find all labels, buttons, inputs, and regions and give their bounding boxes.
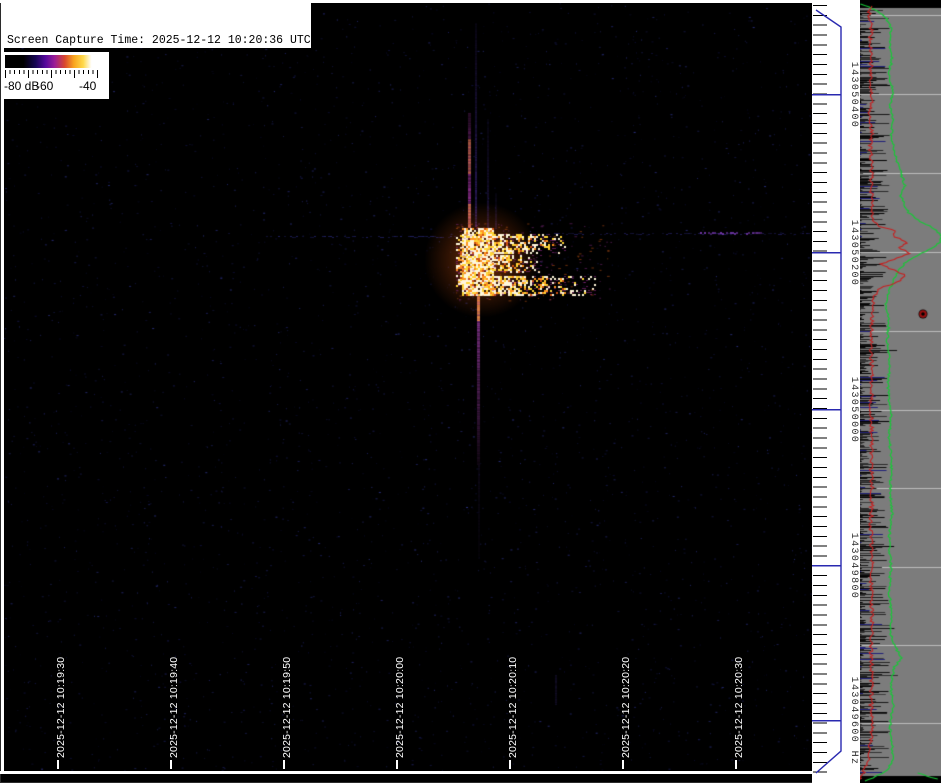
frequency-axis-label: 143049800 — [848, 533, 859, 600]
capture-time-text: Screen Capture Time: 2025-12-12 10:20:36… — [7, 34, 311, 48]
frequency-major-tick — [812, 252, 841, 254]
colorbar-label-max: -40 — [79, 79, 97, 93]
frequency-major-tick — [812, 94, 841, 96]
frequency-scale: 143050400 143050200 143050000 143049800 … — [812, 0, 860, 783]
frequency-axis-label: 143049600 Hz — [848, 677, 859, 766]
frequency-major-tick — [812, 409, 841, 411]
spectrum-graph — [860, 0, 941, 783]
capture-info-box: Screen Capture Time: 2025-12-12 10:20:36… — [3, 3, 311, 135]
frequency-axis-label: 143050000 — [848, 377, 859, 444]
window-border-bottom — [0, 771, 812, 774]
frequency-axis-label: 143050200 — [848, 220, 859, 287]
frequency-axis-label: 143050400 — [848, 62, 859, 129]
frequency-major-ticks — [812, 94, 841, 722]
frequency-axis-line — [815, 9, 842, 774]
colorbar-gradient — [5, 55, 97, 68]
colorbar: -80 dB -60 -40 — [3, 52, 109, 99]
spectrum-lab-window: 2025-12-12 10:19:30 2025-12-12 10:19:40 … — [0, 0, 941, 783]
config-text: Config = V8 — [7, 121, 83, 135]
window-border-left — [1, 0, 4, 774]
colorbar-label-min: -80 dB — [4, 79, 40, 93]
frequency-scale-svg: 143050400 143050200 143050000 143049800 … — [812, 9, 859, 774]
frequency-major-tick — [812, 720, 841, 722]
colorbar-ticks — [5, 70, 98, 78]
frequency-major-tick — [812, 565, 841, 567]
colorbar-label-mid: -60 — [36, 79, 54, 93]
